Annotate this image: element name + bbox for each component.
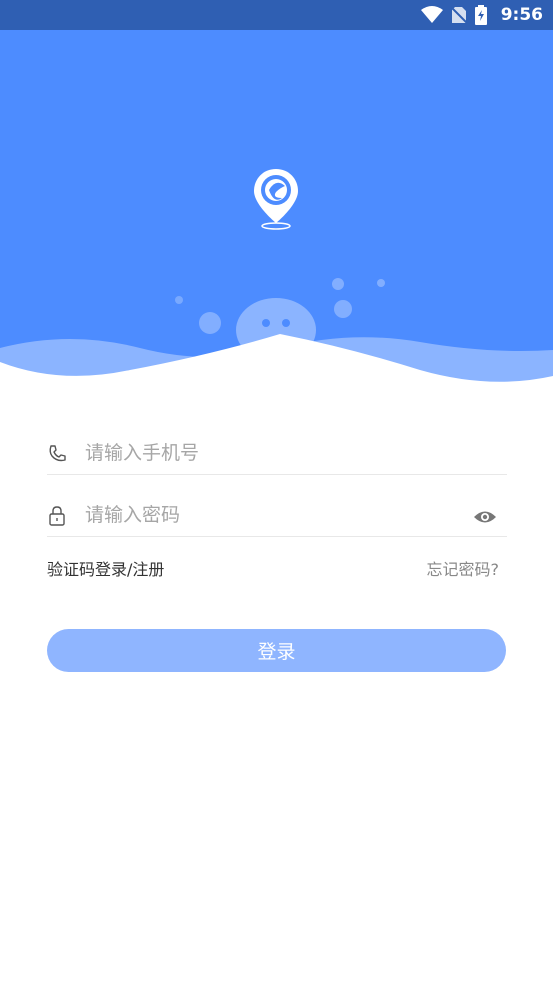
status-icons xyxy=(421,5,487,25)
login-button[interactable]: 登录 xyxy=(47,629,506,672)
bubble-decoration xyxy=(199,312,221,334)
battery-charging-icon xyxy=(475,5,487,25)
status-time: 9:56 xyxy=(500,5,543,25)
phone-icon xyxy=(49,445,66,462)
lock-icon xyxy=(49,506,65,526)
password-field-row xyxy=(47,492,507,537)
bubble-decoration xyxy=(332,278,344,290)
location-pin-logo-icon xyxy=(254,169,298,230)
password-input[interactable] xyxy=(83,498,447,532)
phone-field-row xyxy=(47,430,507,475)
hero-illustration xyxy=(0,169,553,390)
eye-icon[interactable] xyxy=(473,508,497,526)
login-form xyxy=(47,430,507,537)
bubble-decoration xyxy=(334,300,352,318)
forgot-password-link[interactable]: 忘记密码? xyxy=(427,556,500,580)
wifi-icon xyxy=(421,6,443,23)
status-bar: 9:56 xyxy=(0,0,553,30)
phone-input[interactable] xyxy=(83,436,447,470)
bubble-decoration xyxy=(377,279,385,287)
bubble-decoration xyxy=(175,296,183,304)
hero-banner xyxy=(0,30,553,390)
no-sim-icon xyxy=(451,6,467,24)
login-links: 验证码登录/注册 忘记密码? xyxy=(47,556,499,580)
sms-login-link[interactable]: 验证码登录/注册 xyxy=(47,556,164,580)
